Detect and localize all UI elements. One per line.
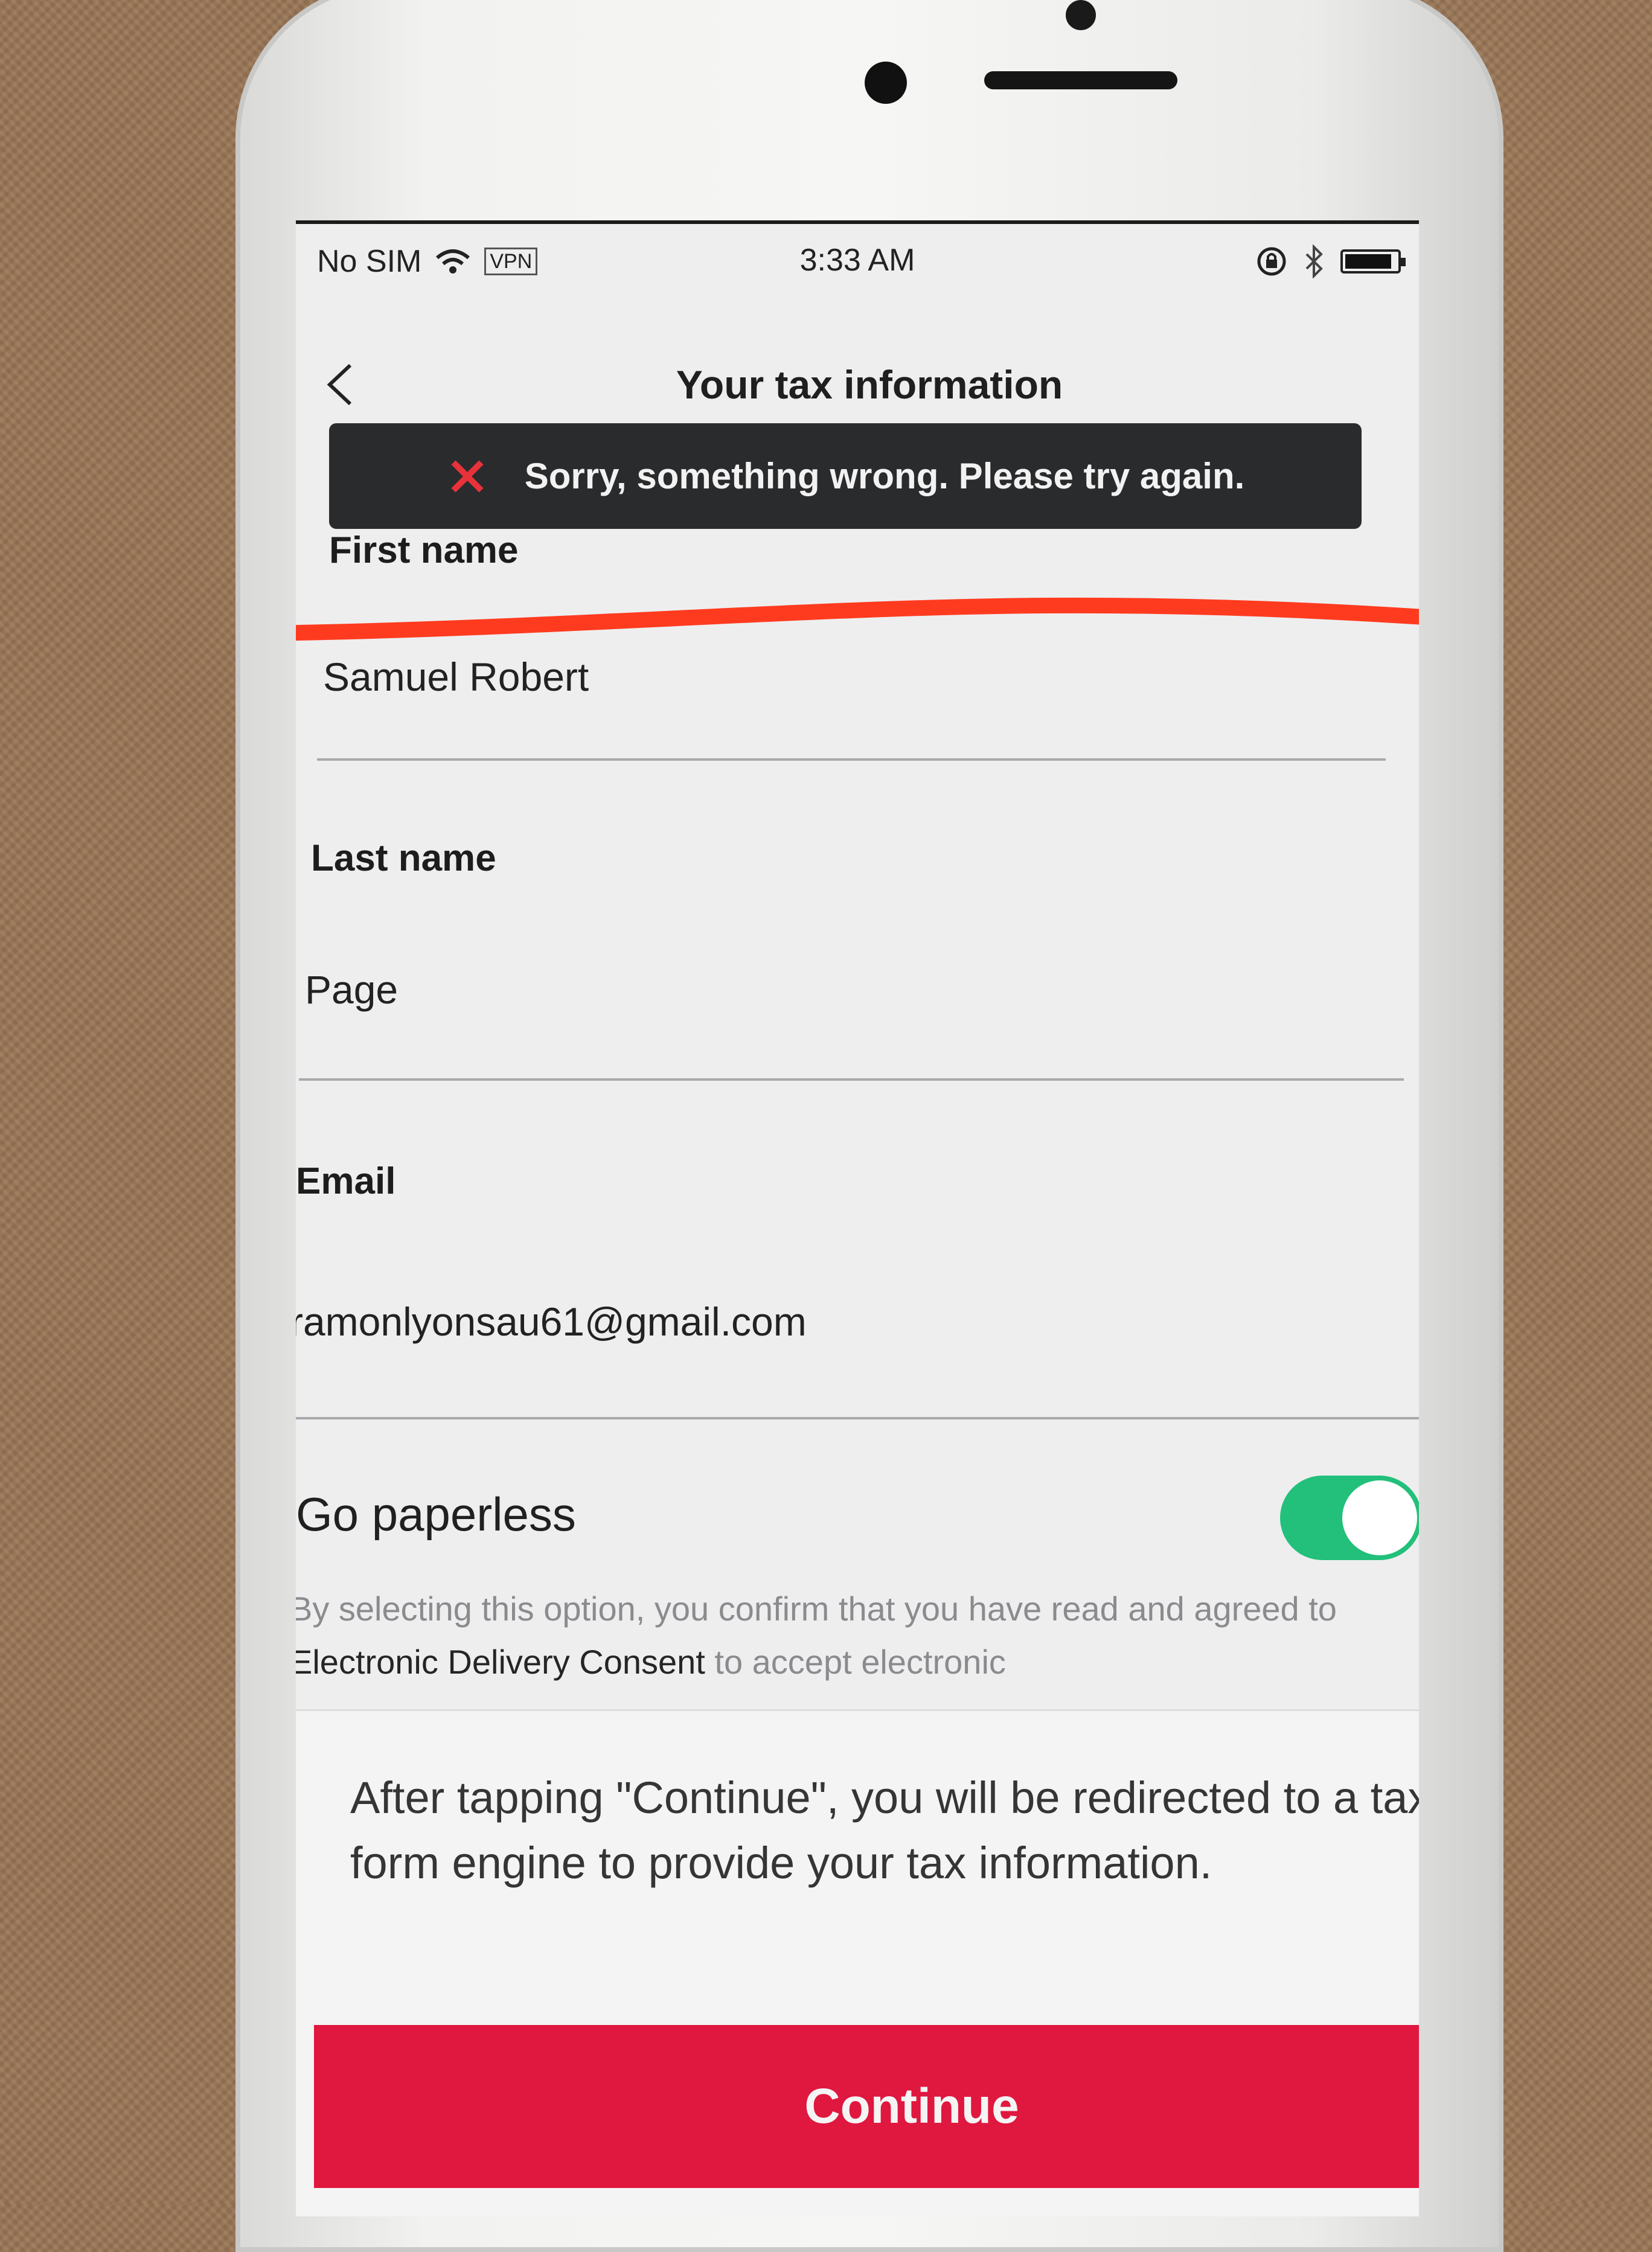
navigation-bar: Your tax information <box>296 339 1419 423</box>
phone-screen: No SIM VPN 3:33 AM Your tax information … <box>296 220 1419 2216</box>
page-title: Your tax information <box>676 362 1063 407</box>
close-icon <box>451 459 484 493</box>
red-annotation-line <box>296 597 1419 641</box>
email-label: Email <box>296 1160 396 1202</box>
battery-icon <box>1340 249 1406 274</box>
last-name-field[interactable]: Page <box>305 967 398 1012</box>
proximity-sensor <box>865 62 907 104</box>
earpiece-speaker <box>984 71 1177 89</box>
consent-prefix: By selecting this option, you confirm th… <box>296 1590 1337 1628</box>
rotation-lock-icon <box>1257 247 1286 276</box>
bottom-panel: After tapping "Continue", you will be re… <box>296 1709 1419 2216</box>
status-time: 3:33 AM <box>799 243 915 278</box>
status-right <box>1256 245 1406 278</box>
email-field[interactable]: ramonlyonsau61@gmail.com <box>296 1299 807 1345</box>
bluetooth-icon <box>1305 245 1323 278</box>
last-name-underline <box>299 1078 1404 1081</box>
toast-message: Sorry, something wrong. Please try again… <box>524 456 1245 496</box>
email-underline <box>296 1417 1419 1419</box>
status-bar: No SIM VPN 3:33 AM <box>296 224 1419 296</box>
electronic-delivery-consent-link[interactable]: Electronic Delivery Consent <box>296 1643 705 1681</box>
last-name-label: Last name <box>311 837 496 879</box>
first-name-underline <box>317 758 1386 761</box>
redirect-note: After tapping "Continue", you will be re… <box>350 1773 1419 1888</box>
first-name-field[interactable]: Samuel Robert <box>323 654 589 700</box>
paperless-label: Go paperless <box>296 1488 576 1541</box>
consent-suffix: to accept electronic <box>705 1643 1006 1681</box>
first-name-label: First name <box>329 529 519 571</box>
continue-button[interactable]: Continue <box>314 2025 1419 2188</box>
error-toast: Sorry, something wrong. Please try again… <box>329 423 1362 529</box>
consent-text: By selecting this option, you confirm th… <box>296 1582 1389 1689</box>
toggle-knob <box>1342 1480 1417 1555</box>
front-camera <box>1066 0 1096 30</box>
paperless-toggle[interactable] <box>1280 1476 1419 1560</box>
